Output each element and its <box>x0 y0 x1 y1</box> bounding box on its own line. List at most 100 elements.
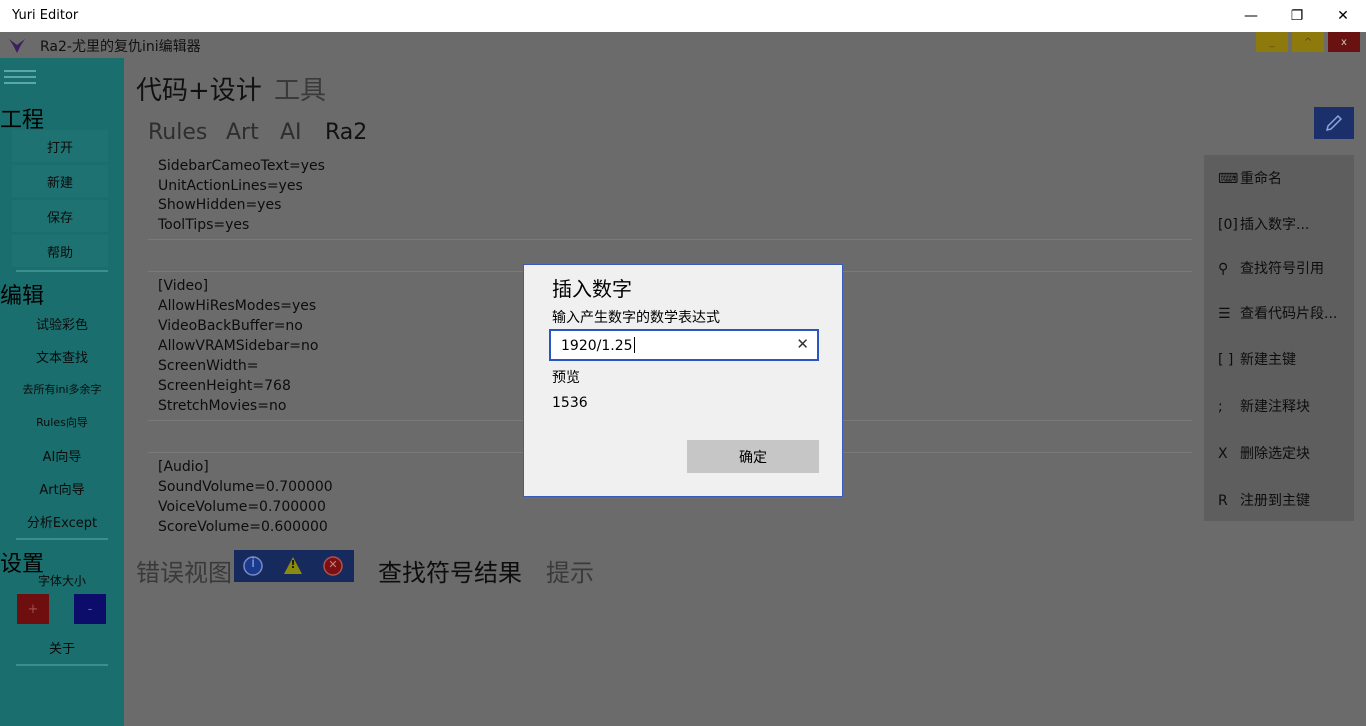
help-button[interactable]: 帮助 <box>12 235 108 267</box>
brackets-icon: [ ] <box>1218 352 1234 368</box>
font-increase-button[interactable]: + <box>17 594 49 624</box>
code-line: SoundVolume=0.700000 <box>158 479 333 495</box>
expression-label: 输入产生数字的数学表达式 <box>552 310 720 326</box>
subtab-ra2[interactable]: Ra2 <box>325 120 367 145</box>
window-maximize-button[interactable]: ❐ <box>1274 0 1320 32</box>
tool-view-snippets[interactable]: ☰ 查看代码片段... <box>1218 303 1337 323</box>
sidebar-item-analyze-except[interactable]: 分析Except <box>0 512 124 531</box>
app-minimize-button[interactable]: _ <box>1256 32 1288 52</box>
search-icon: ⚲ <box>1218 261 1229 277</box>
tool-register-key[interactable]: R 注册到主键 <box>1218 490 1310 510</box>
info-glyph: i <box>251 556 255 571</box>
tab-tools[interactable]: 工具 <box>274 70 326 107</box>
hamburger-menu-icon[interactable] <box>4 70 36 86</box>
subtab-art[interactable]: Art <box>226 120 259 145</box>
tool-insert-number[interactable]: [0] 插入数字... <box>1218 214 1309 234</box>
about-button[interactable]: 关于 <box>0 638 124 657</box>
code-line: [Audio] <box>158 459 209 475</box>
app-header: Ra2-尤里的复仇ini编辑器 _ ^ x <box>0 32 1366 58</box>
sidebar-item-rules-wizard[interactable]: Rules向导 <box>0 414 124 430</box>
tab-code-design[interactable]: 代码+设计 <box>136 70 262 107</box>
expression-value: 1920/1.25 <box>561 337 635 354</box>
new-button[interactable]: 新建 <box>12 165 108 197</box>
sidebar-item-trim-ini[interactable]: 去所有ini多余字 <box>0 381 124 397</box>
tool-label: 查找符号引用 <box>1240 261 1324 277</box>
tab-error-view[interactable]: 错误视图 <box>136 553 232 588</box>
code-line: AllowHiResModes=yes <box>158 298 317 314</box>
app-title: Ra2-尤里的复仇ini编辑器 <box>40 39 201 55</box>
preview-value: 1536 <box>552 395 588 411</box>
code-line: VoiceVolume=0.700000 <box>158 499 326 515</box>
insert-number-dialog: 插入数字 输入产生数字的数学表达式 1920/1.25 ✕ 预览 1536 确定 <box>523 264 843 497</box>
list-icon: ☰ <box>1218 306 1231 322</box>
tool-label: 新建注释块 <box>1240 399 1310 415</box>
code-line: ScoreVolume=0.600000 <box>158 519 328 535</box>
tool-label: 查看代码片段... <box>1240 306 1338 322</box>
tool-panel: ⌨ 重命名 [0] 插入数字... ⚲ 查找符号引用 ☰ 查看代码片段... [ ] 新建… <box>1204 155 1354 521</box>
sidebar-item-test-color[interactable]: 试验彩色 <box>0 314 124 333</box>
code-line: VideoBackBuffer=no <box>158 318 303 334</box>
preview-label: 预览 <box>552 370 580 386</box>
subtab-ai[interactable]: AI <box>280 120 302 145</box>
minimize-icon: — <box>1244 8 1258 24</box>
tab-find-symbol-results[interactable]: 查找符号结果 <box>378 553 522 588</box>
tool-label: 删除选定块 <box>1240 446 1310 462</box>
sidebar-divider <box>16 664 108 666</box>
tool-rename[interactable]: ⌨ 重命名 <box>1218 168 1282 188</box>
delete-icon: X <box>1218 446 1228 462</box>
code-line: StretchMovies=no <box>158 398 287 414</box>
warning-glyph: ! <box>290 558 296 571</box>
open-button[interactable]: 打开 <box>12 130 108 162</box>
number-icon: [0] <box>1218 217 1238 233</box>
sidebar-item-art-wizard[interactable]: Art向导 <box>0 479 124 498</box>
edit-button[interactable] <box>1314 107 1354 139</box>
tool-delete-block[interactable]: X 删除选定块 <box>1218 443 1310 463</box>
yuri-logo-icon <box>9 39 25 53</box>
tool-label: 重命名 <box>1240 171 1282 187</box>
code-line: ScreenHeight=768 <box>158 378 291 394</box>
sidebar-divider <box>16 538 108 540</box>
code-line: AllowVRAMSidebar=no <box>158 338 319 354</box>
code-line: SidebarCameoText=yes <box>158 158 325 174</box>
tool-find-symbol-refs[interactable]: ⚲ 查找符号引用 <box>1218 258 1324 278</box>
tool-label: 插入数字... <box>1240 217 1310 233</box>
semicolon-icon: ; <box>1218 399 1223 415</box>
sidebar-divider <box>16 270 108 272</box>
code-line: ToolTips=yes <box>158 217 250 233</box>
sidebar: 工程 打开 新建 保存 帮助 编辑 试验彩色 文本查找 去所有ini多余字 Ru… <box>0 58 124 726</box>
ok-button[interactable]: 确定 <box>687 440 819 473</box>
clear-input-icon[interactable]: ✕ <box>796 335 809 353</box>
font-size-label: 字体大小 <box>37 574 86 588</box>
code-line: [Video] <box>158 278 209 294</box>
register-icon: R <box>1218 493 1228 509</box>
tool-label: 新建主键 <box>1240 352 1296 368</box>
tool-new-comment-block[interactable]: ; 新建注释块 <box>1218 396 1310 416</box>
expression-input[interactable]: 1920/1.25 ✕ <box>549 329 819 361</box>
code-block[interactable]: SidebarCameoText=yes UnitActionLines=yes… <box>148 155 1192 240</box>
save-button[interactable]: 保存 <box>12 200 108 232</box>
dialog-title: 插入数字 <box>552 277 632 301</box>
window-title-bar: Yuri Editor — ❐ ✕ <box>0 0 1366 32</box>
subtab-rules[interactable]: Rules <box>148 120 207 145</box>
tool-new-key[interactable]: [ ] 新建主键 <box>1218 349 1296 369</box>
font-decrease-button[interactable]: - <box>74 594 106 624</box>
app-close-button[interactable]: x <box>1328 32 1360 52</box>
section-edit: 编辑 <box>0 284 45 309</box>
window-title: Yuri Editor <box>12 8 79 23</box>
window-close-button[interactable]: ✕ <box>1320 0 1366 32</box>
close-icon: ✕ <box>1337 8 1349 24</box>
pencil-icon <box>1325 114 1343 132</box>
app-maximize-button[interactable]: ^ <box>1292 32 1324 52</box>
sidebar-item-text-find[interactable]: 文本查找 <box>0 347 124 366</box>
window-minimize-button[interactable]: — <box>1228 0 1274 32</box>
code-line: ScreenWidth= <box>158 358 259 374</box>
tool-label: 注册到主键 <box>1240 493 1310 509</box>
error-filter-bar: i ! ✕ <box>234 550 354 582</box>
restore-icon: ❐ <box>1290 8 1304 24</box>
tab-hints[interactable]: 提示 <box>546 553 594 588</box>
error-glyph: ✕ <box>328 558 338 571</box>
code-line: ShowHidden=yes <box>158 197 282 213</box>
rename-icon: ⌨ <box>1218 171 1239 187</box>
sidebar-item-ai-wizard[interactable]: AI向导 <box>0 446 124 465</box>
code-line: UnitActionLines=yes <box>158 178 303 194</box>
